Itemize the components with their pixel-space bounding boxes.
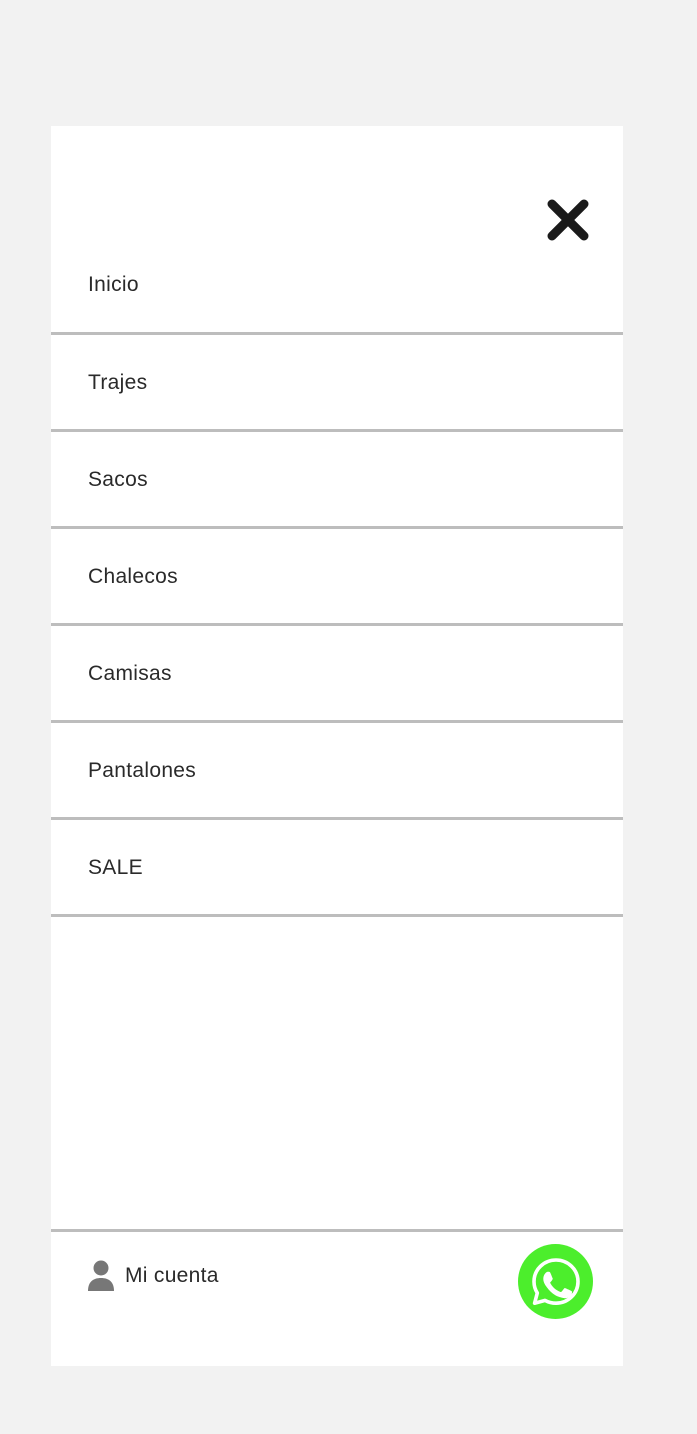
menu-item-inicio[interactable]: Inicio (51, 237, 623, 335)
menu-item-sacos[interactable]: Sacos (51, 432, 623, 529)
whatsapp-icon (531, 1257, 580, 1305)
main-menu: Inicio Trajes Sacos Chalecos Camisas Pan… (51, 237, 623, 917)
drawer-footer: Mi cuenta (51, 1229, 623, 1366)
user-icon (88, 1260, 114, 1291)
account-link[interactable]: Mi cuenta (87, 1256, 219, 1296)
menu-item-camisas[interactable]: Camisas (51, 626, 623, 723)
menu-item-label: Pantalones (88, 759, 197, 782)
menu-item-trajes[interactable]: Trajes (51, 335, 623, 432)
menu-item-label: Sacos (88, 468, 148, 491)
menu-item-label: Inicio (88, 273, 139, 296)
menu-item-label: Trajes (88, 371, 148, 394)
menu-item-label: SALE (88, 856, 143, 879)
menu-item-sale[interactable]: SALE (51, 820, 623, 917)
menu-item-label: Chalecos (88, 565, 178, 588)
menu-drawer: Inicio Trajes Sacos Chalecos Camisas Pan… (51, 126, 623, 1366)
menu-item-chalecos[interactable]: Chalecos (51, 529, 623, 626)
menu-item-label: Camisas (88, 662, 172, 685)
menu-item-pantalones[interactable]: Pantalones (51, 723, 623, 820)
account-label: Mi cuenta (125, 1264, 219, 1287)
whatsapp-button[interactable] (518, 1244, 593, 1319)
